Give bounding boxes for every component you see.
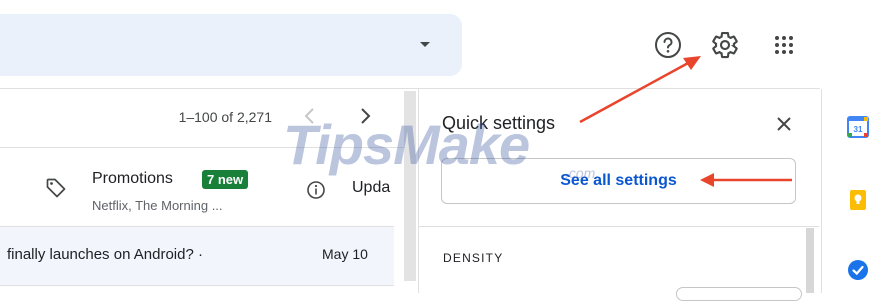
gear-icon[interactable] [709,29,741,61]
tag-icon [44,176,68,200]
info-icon [306,180,326,200]
tabs-divider [0,147,405,148]
search-bar[interactable] [0,14,462,76]
keep-icon[interactable] [847,189,869,211]
density-option[interactable] [676,287,802,301]
email-subject: finally launches on Android? · [7,246,203,263]
help-icon[interactable] [653,30,683,60]
quick-settings-scrollbar[interactable] [806,228,814,293]
apps-grid-icon[interactable] [770,31,798,59]
quick-settings-title: Quick settings [442,113,556,133]
tab-promotions-preview: Netflix, The Morning ... [92,198,223,213]
mail-list-scrollbar[interactable] [404,91,416,281]
newer-page-button[interactable] [298,104,322,128]
tab-promotions[interactable]: Promotions [92,170,173,188]
tab-updates[interactable]: Upda [352,179,390,197]
pagination-count: 1–100 of 2,271 [178,109,272,125]
side-panel-divider [821,89,822,293]
calendar-icon[interactable]: 31 [847,116,869,138]
older-page-button[interactable] [353,104,377,128]
search-options-dropdown-icon[interactable] [420,42,430,47]
email-date: May 10 [322,246,368,262]
see-all-settings-button[interactable]: See all settings [441,158,796,204]
density-section-label: DENSITY [443,251,504,265]
close-icon[interactable] [772,112,796,136]
tasks-icon[interactable] [847,259,869,281]
quick-settings-divider [419,226,819,227]
calendar-day: 31 [854,125,863,134]
new-count-badge: 7 new [202,170,249,189]
watermark-suffix: .com [565,165,596,181]
